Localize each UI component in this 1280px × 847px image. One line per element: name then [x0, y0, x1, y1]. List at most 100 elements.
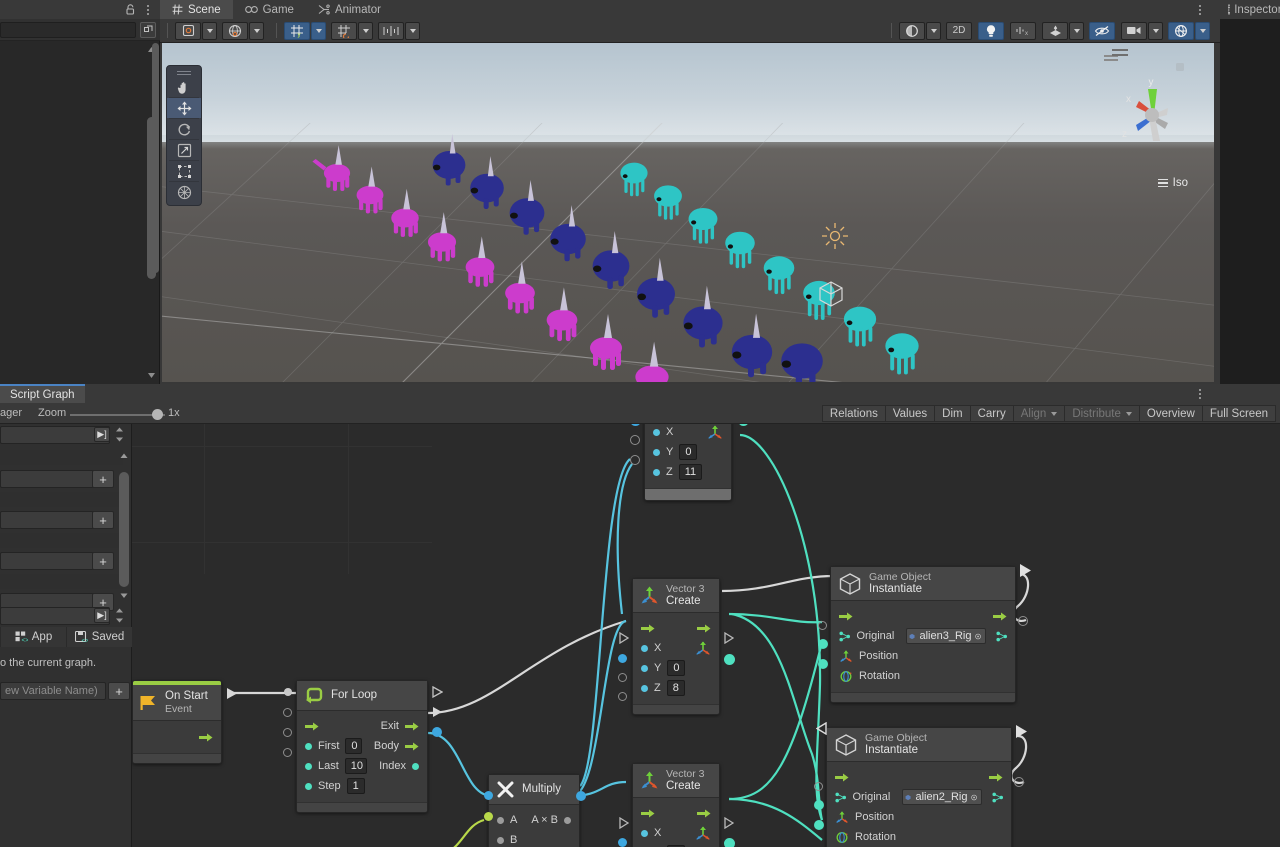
row-last-index[interactable]: Last 10 Index [297, 756, 427, 776]
graph-canvas[interactable]: X Y 0 Z [132, 424, 1280, 847]
game-object-instantiate-node-2[interactable]: Game Object Instantiate [826, 727, 1012, 847]
zoom-slider-knob[interactable] [152, 409, 163, 420]
dim-button[interactable]: Dim [935, 405, 970, 422]
input-port-z[interactable] [641, 685, 648, 692]
instantiate-2-rotation-port[interactable] [814, 820, 824, 830]
for-loop-node[interactable]: For Loop Exit First 0 Body [296, 680, 428, 813]
snap-increment-button[interactable] [378, 22, 404, 40]
scene-left-scrollbar[interactable] [152, 43, 159, 273]
input-port-first[interactable] [305, 743, 312, 750]
vector3-1-x-port[interactable] [618, 654, 627, 663]
vector3-1-in-flow-port[interactable] [619, 632, 629, 647]
row-flow[interactable]: Exit [297, 716, 427, 736]
input-port-b[interactable] [497, 837, 504, 844]
instantiate-2-position-port[interactable] [814, 800, 824, 810]
tab-scene[interactable]: Scene [160, 0, 233, 19]
2d-toggle-button[interactable]: 2D [946, 22, 972, 40]
row-flow[interactable] [633, 618, 719, 638]
row-flow[interactable] [831, 606, 1015, 626]
script-graph-panel[interactable]: Script Graph ager Zoom 1x Relations Valu… [0, 384, 1280, 847]
projection-mode-label[interactable]: Iso [1158, 177, 1188, 189]
output-port-axb[interactable] [564, 817, 571, 824]
vector3-1-y-port[interactable] [618, 673, 627, 682]
snap-increment-dropdown[interactable] [405, 22, 420, 40]
row-position[interactable]: Position [831, 646, 1015, 666]
for-loop-in-flow-port[interactable] [284, 688, 292, 696]
instantiate-2-original-port[interactable] [814, 782, 823, 791]
input-field-first[interactable]: 0 [345, 738, 362, 754]
row-flow[interactable] [827, 767, 1011, 787]
input-port-z[interactable] [653, 469, 660, 476]
object-field-original[interactable]: alien2_Rig [902, 789, 981, 805]
row-step[interactable]: Step 1 [297, 776, 427, 796]
grid-visibility-button[interactable] [331, 22, 357, 40]
vector3-2-out-value-port[interactable] [724, 838, 735, 847]
lighting-button[interactable] [978, 22, 1004, 40]
carry-button[interactable]: Carry [971, 405, 1014, 422]
multiply-a-port[interactable] [484, 791, 493, 800]
tab-animator[interactable]: Animator [306, 0, 393, 19]
vector3-1-z-port[interactable] [618, 692, 627, 701]
vector3-create-node-top[interactable]: X Y 0 Z [644, 424, 732, 501]
vector3-1-out-value-port[interactable] [724, 654, 735, 665]
row-x[interactable]: X [633, 823, 719, 843]
input-field-z[interactable]: 8 [667, 680, 685, 696]
input-port-y[interactable] [641, 665, 648, 672]
scale-tool[interactable] [167, 140, 201, 160]
gizmos-dropdown[interactable] [1195, 22, 1210, 40]
move-tool[interactable] [167, 98, 201, 118]
scene-orientation-gizmo[interactable]: y x z [1104, 53, 1204, 158]
fx-button[interactable] [1042, 22, 1068, 40]
hierarchy-search-input[interactable] [0, 22, 136, 38]
palette-grip-icon[interactable] [167, 69, 201, 77]
scene-view[interactable]: y [160, 19, 1220, 384]
input-field-z[interactable]: 11 [679, 464, 702, 480]
add-new-variable-button[interactable]: + [108, 682, 130, 700]
row-x[interactable]: X [633, 638, 719, 658]
tab-game[interactable]: Game [233, 0, 306, 19]
row-y[interactable]: Y 0 [633, 658, 719, 678]
vector3-create-node-1[interactable]: Vector 3 Create X [632, 578, 720, 715]
for-loop-step-port[interactable] [283, 748, 292, 757]
pivot-rotation-dropdown[interactable] [202, 22, 217, 40]
input-field-y[interactable]: 0 [667, 660, 685, 676]
external-port-ring-1[interactable] [630, 435, 640, 445]
fx-dropdown[interactable] [1069, 22, 1084, 40]
external-port-out-top[interactable] [738, 424, 749, 426]
tab-script-graph[interactable]: Script Graph [0, 384, 85, 403]
full-screen-button[interactable]: Full Screen [1203, 405, 1276, 422]
input-port-a[interactable] [497, 817, 504, 824]
gizmos-button[interactable] [1168, 22, 1194, 40]
variable-scope-tab-app[interactable]: <> App [0, 627, 66, 647]
port-row-z[interactable]: Z 11 [645, 462, 731, 482]
vector3-2-out-flow-port[interactable] [724, 817, 734, 832]
instantiate-1-original-port[interactable] [818, 621, 827, 630]
probe-gizmo-icon[interactable] [816, 279, 846, 309]
port-row-y[interactable]: Y 0 [645, 442, 731, 462]
input-port-x[interactable] [641, 830, 648, 837]
multiply-b-port[interactable] [484, 812, 493, 821]
instantiate-1-position-port[interactable] [818, 639, 828, 649]
lock-icon[interactable] [124, 3, 137, 16]
output-port-index[interactable] [412, 763, 419, 770]
shading-mode-dropdown[interactable] [926, 22, 941, 40]
for-loop-exit-port[interactable] [432, 686, 443, 701]
script-graph-menu-icon[interactable] [1194, 387, 1206, 400]
instantiate-1-out-flow-port[interactable] [1019, 563, 1032, 581]
left-panel-menu-icon[interactable] [142, 3, 154, 16]
align-button[interactable]: Align [1014, 405, 1066, 422]
global-local-dropdown[interactable] [249, 22, 264, 40]
camera-button[interactable] [1121, 22, 1147, 40]
input-port-y[interactable] [653, 449, 660, 456]
distribute-button[interactable]: Distribute [1065, 405, 1140, 422]
tab-inspector[interactable]: i Inspector [1222, 0, 1280, 19]
variable-expand-icon-5[interactable]: ▶] [94, 608, 110, 623]
variables-scroll-up-icon[interactable] [119, 452, 129, 460]
for-loop-body-port[interactable] [432, 706, 443, 721]
input-port-step[interactable] [305, 783, 312, 790]
input-port-x[interactable] [653, 429, 660, 436]
hierarchy-panel[interactable] [0, 41, 160, 384]
instantiate-2-out-flow-port[interactable] [1015, 724, 1028, 742]
row-a[interactable]: A A × B [489, 810, 579, 830]
on-start-node-real[interactable]: On Start Event [132, 680, 222, 764]
